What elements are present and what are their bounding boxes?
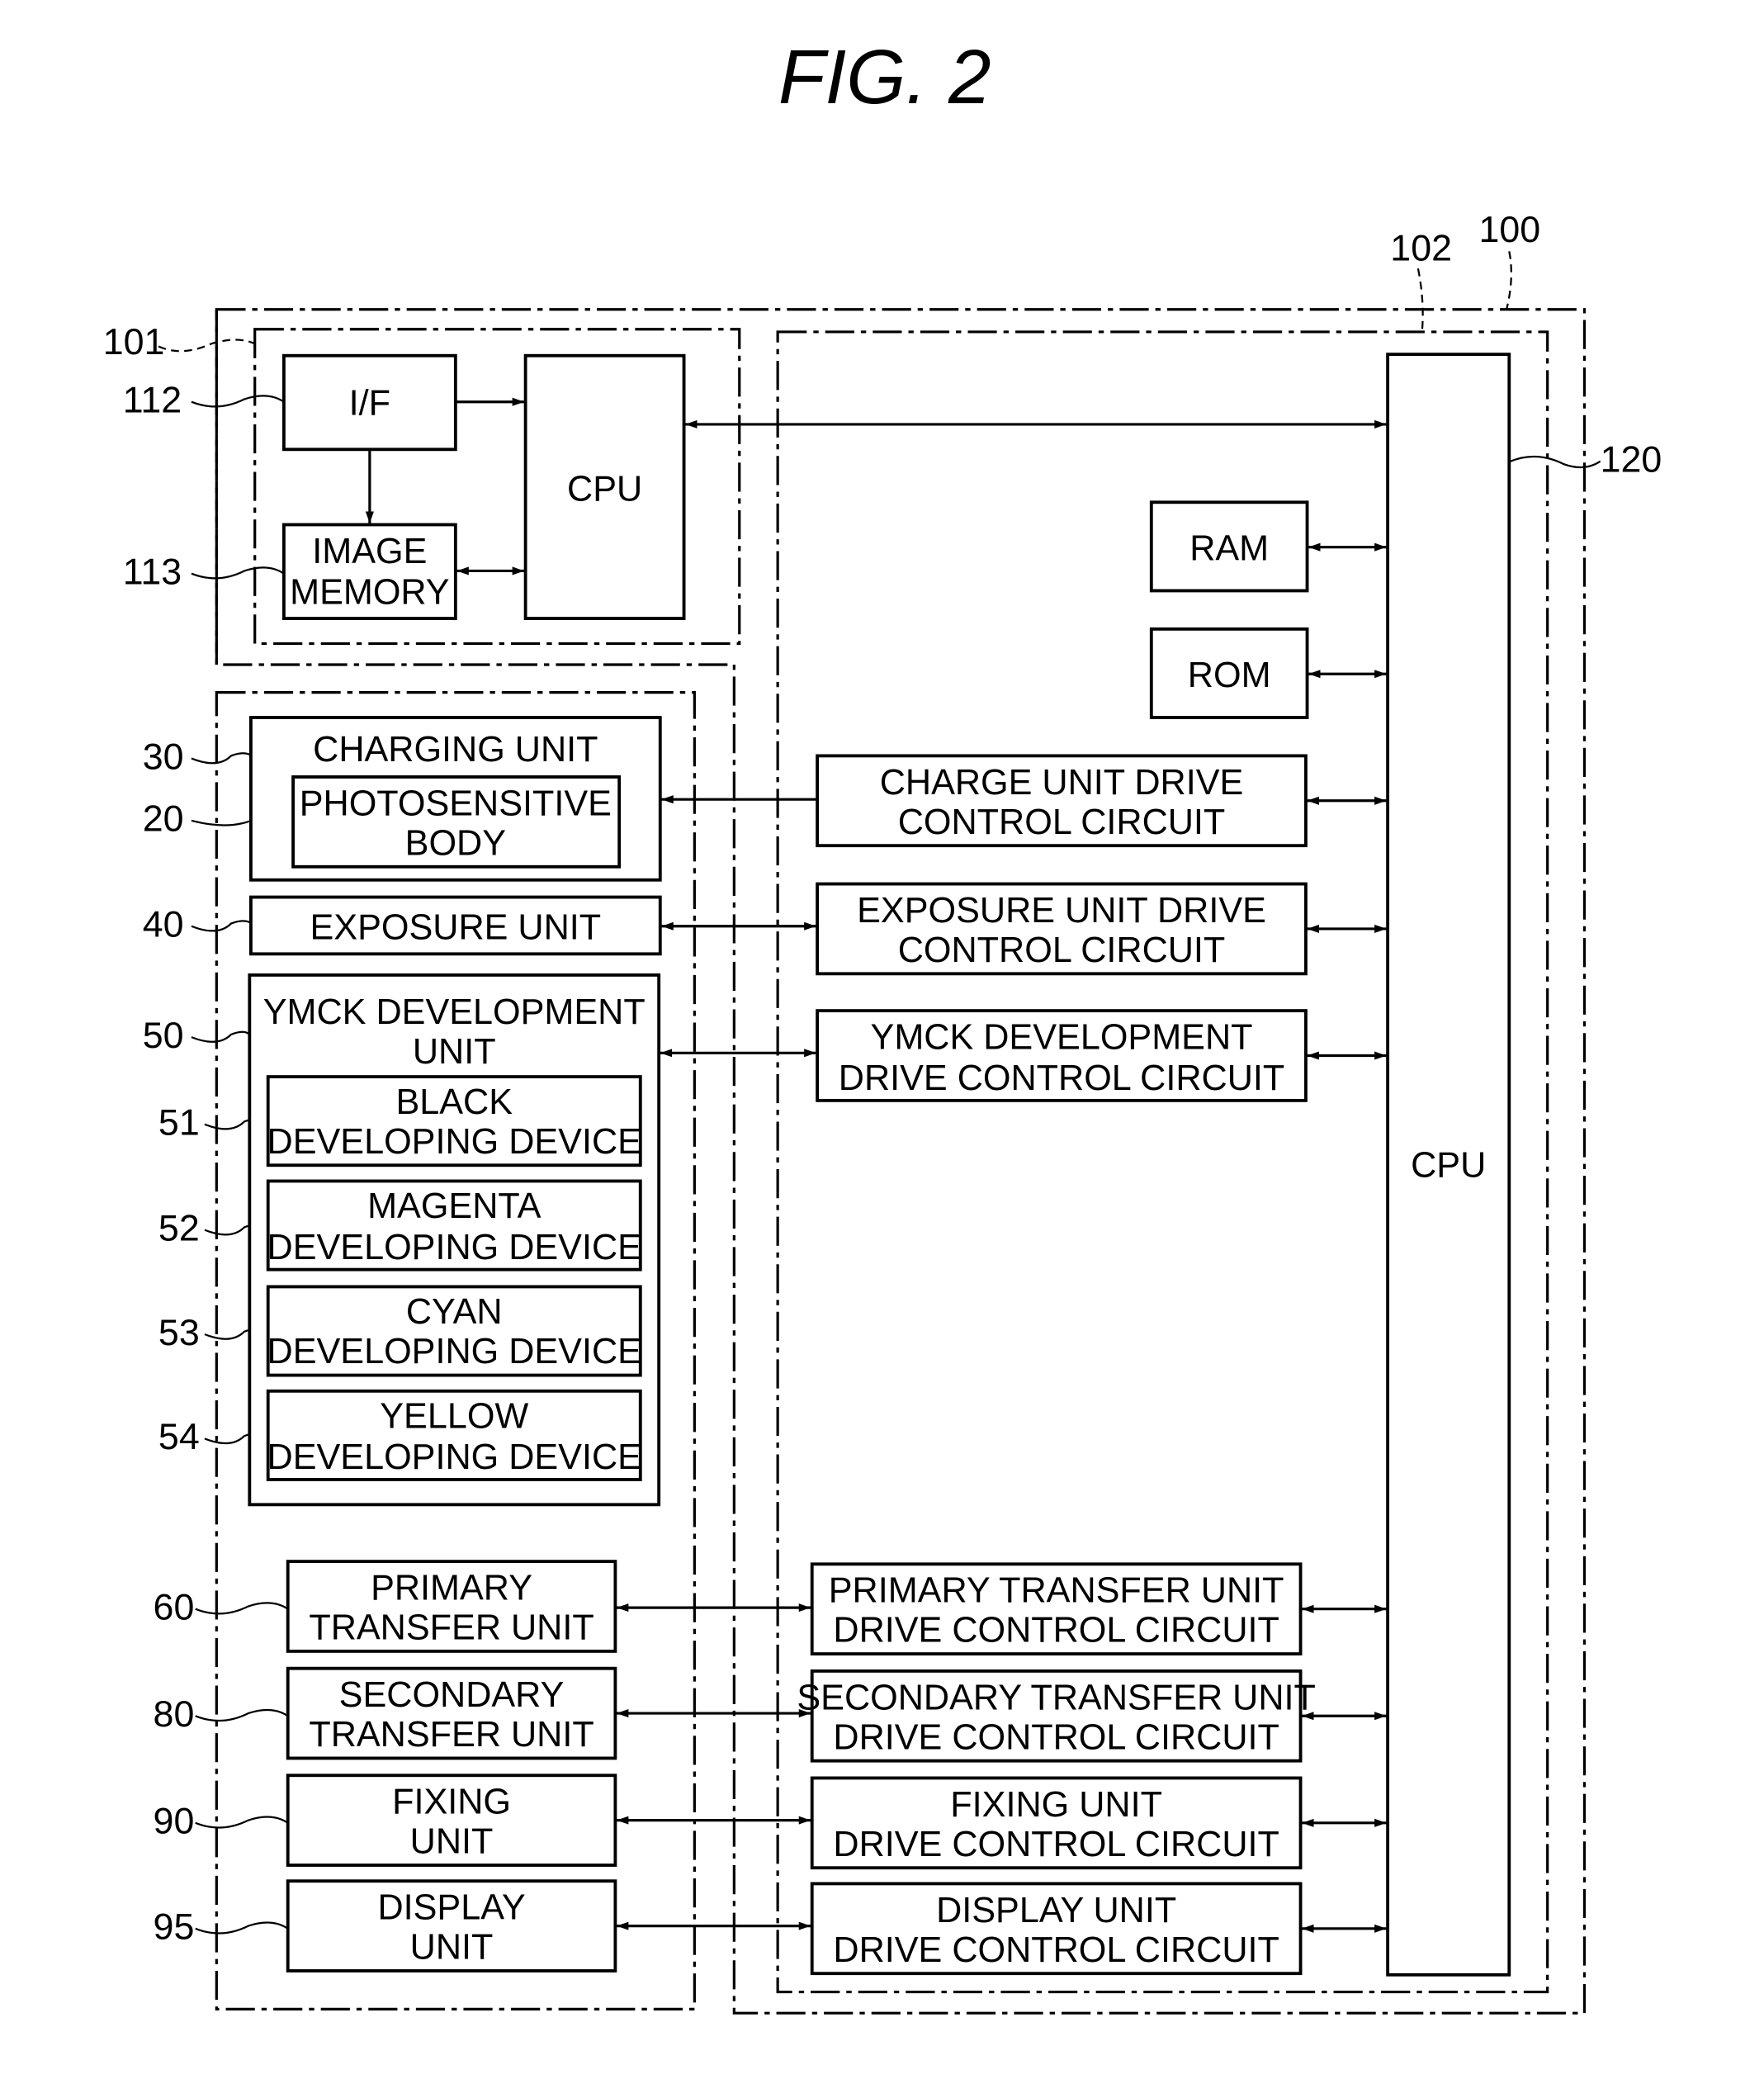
ymck-unit-label-2: UNIT xyxy=(413,1032,496,1072)
fixing-circuit-label-1: FIXING UNIT xyxy=(950,1785,1162,1825)
ref-30: 30 xyxy=(143,736,184,777)
ref-80: 80 xyxy=(154,1693,195,1735)
display-circuit-label-1: DISPLAY UNIT xyxy=(936,1891,1176,1930)
exposure-circuit-label-2: CONTROL CIRCUIT xyxy=(898,931,1226,970)
secondary-unit-label-2: TRANSFER UNIT xyxy=(309,1715,594,1755)
ref-53: 53 xyxy=(158,1312,200,1353)
black-device-label-1: BLACK xyxy=(395,1082,513,1122)
engine-102: CPU RAM ROM CHARGE UNIT DRIVE CONTROL CI… xyxy=(797,353,1511,1977)
engine-cpu-label: CPU xyxy=(1411,1146,1486,1186)
secondary-circuit-label-1: SECONDARY TRANSFER UNIT xyxy=(797,1678,1316,1717)
fixing-unit-label-2: UNIT xyxy=(410,1822,494,1862)
fixing-unit-label-1: FIXING xyxy=(392,1783,511,1822)
display-circuit-label-2: DRIVE CONTROL CIRCUIT xyxy=(833,1930,1279,1970)
cyan-device-label-2: DEVELOPING DEVICE xyxy=(267,1332,641,1371)
ref-50: 50 xyxy=(143,1015,184,1056)
ymck-unit-label-1: YMCK DEVELOPMENT xyxy=(263,992,646,1032)
magenta-device-label-2: DEVELOPING DEVICE xyxy=(267,1228,641,1267)
exposure-circuit-label-1: EXPOSURE UNIT DRIVE xyxy=(857,891,1266,931)
primary-unit-label-2: TRANSFER UNIT xyxy=(309,1608,594,1647)
yellow-device-label-2: DEVELOPING DEVICE xyxy=(267,1437,641,1477)
image-memory-label-2: MEMORY xyxy=(290,572,450,612)
ref-90: 90 xyxy=(154,1801,195,1842)
charge-circuit-label-1: CHARGE UNIT DRIVE xyxy=(880,763,1244,803)
ref-120: 120 xyxy=(1601,438,1662,480)
display-unit-label-1: DISPLAY xyxy=(377,1888,525,1928)
ymck-circuit-label-2: DRIVE CONTROL CIRCUIT xyxy=(839,1058,1284,1098)
ref-113: 113 xyxy=(123,551,182,592)
primary-circuit-label-2: DRIVE CONTROL CIRCUIT xyxy=(833,1611,1279,1650)
cyan-device-label-1: CYAN xyxy=(406,1292,503,1332)
figure-title: FIG. 2 xyxy=(778,34,991,120)
charging-unit-label: CHARGING UNIT xyxy=(313,730,598,770)
ref-112: 112 xyxy=(123,380,182,421)
yellow-device-label-1: YELLOW xyxy=(380,1397,528,1437)
ref-51: 51 xyxy=(158,1101,200,1143)
photosensitive-label-1: PHOTOSENSITIVE xyxy=(300,784,612,823)
secondary-circuit-label-2: DRIVE CONTROL CIRCUIT xyxy=(833,1717,1279,1757)
ref-52: 52 xyxy=(158,1207,200,1248)
ref-100: 100 xyxy=(1478,209,1540,250)
fixing-circuit-label-2: DRIVE CONTROL CIRCUIT xyxy=(833,1825,1279,1864)
rom-label: ROM xyxy=(1188,656,1271,695)
primary-circuit-label-1: PRIMARY TRANSFER UNIT xyxy=(829,1571,1284,1611)
ref-40: 40 xyxy=(143,904,184,945)
printer-units: CHARGING UNIT PHOTOSENSITIVE BODY EXPOSU… xyxy=(248,716,662,1972)
if-label: I/F xyxy=(349,384,390,424)
ymck-circuit-label-1: YMCK DEVELOPMENT xyxy=(871,1017,1253,1057)
charge-circuit-label-2: CONTROL CIRCUIT xyxy=(898,803,1226,842)
display-unit-label-2: UNIT xyxy=(410,1928,494,1968)
block-diagram: FIG. 2 100 102 101 112 113 120 30 20 40 … xyxy=(103,34,1662,2015)
image-memory-label-1: IMAGE xyxy=(312,532,427,571)
ram-label: RAM xyxy=(1189,529,1269,569)
exposure-unit-label: EXPOSURE UNIT xyxy=(310,908,602,948)
primary-unit-label-1: PRIMARY xyxy=(371,1569,532,1608)
photosensitive-label-2: BODY xyxy=(405,823,506,863)
ref-102: 102 xyxy=(1390,228,1452,269)
ref-95: 95 xyxy=(154,1906,195,1948)
ref-20: 20 xyxy=(143,798,184,840)
ref-54: 54 xyxy=(158,1416,200,1457)
black-device-label-2: DEVELOPING DEVICE xyxy=(267,1122,641,1162)
controller-cpu-label: CPU xyxy=(567,470,642,509)
ref-101: 101 xyxy=(103,321,165,362)
magenta-device-label-1: MAGENTA xyxy=(367,1186,541,1226)
secondary-unit-label-1: SECONDARY xyxy=(339,1675,565,1715)
ref-60: 60 xyxy=(154,1587,195,1628)
